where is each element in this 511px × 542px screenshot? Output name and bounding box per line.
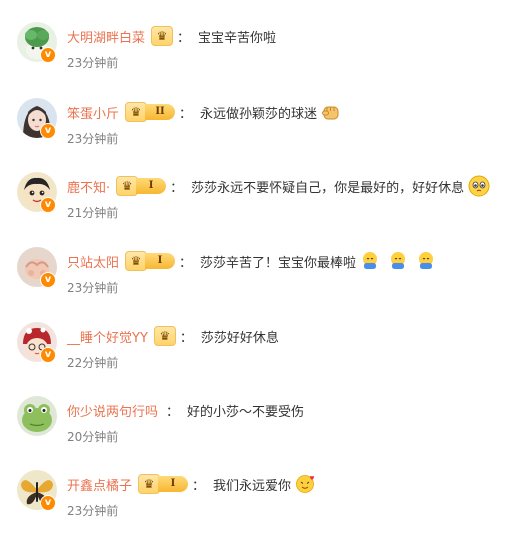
comment-text: 宝宝辛苦你啦 bbox=[198, 30, 277, 46]
fist-emoji-icon bbox=[321, 102, 341, 122]
heart-face-emoji-icon bbox=[295, 474, 315, 494]
colon-separator: ： bbox=[179, 106, 193, 122]
member-level-label: I bbox=[136, 178, 167, 194]
comment-text: 莎莎永远不要怀疑自己，你是最好的，好好休息 bbox=[191, 180, 465, 196]
username-link[interactable]: 你少说两句行吗 bbox=[67, 401, 158, 420]
comment-text: 我们永远爱你 bbox=[213, 478, 292, 494]
verified-badge-icon: v bbox=[40, 347, 56, 363]
pleading-face-emoji-icon bbox=[468, 175, 490, 197]
comment-text: 好的小莎～不要受伤 bbox=[187, 404, 305, 420]
username-link[interactable]: 只站太阳 bbox=[67, 252, 119, 271]
comment-item: v 鹿不知· ♛ I ： 莎莎永远不要怀疑自己，你是最好的，好好休息 21分钟前 bbox=[0, 170, 511, 244]
comment-time: 23分钟前 bbox=[67, 56, 119, 70]
member-level-badge[interactable]: ♛ II bbox=[125, 102, 176, 122]
verified-badge-icon: v bbox=[40, 495, 56, 511]
verified-badge-icon: v bbox=[40, 47, 56, 63]
username-link[interactable]: 鹿不知· bbox=[67, 177, 110, 196]
member-level-label: II bbox=[145, 104, 176, 120]
hug-emoji-icon bbox=[388, 251, 408, 271]
member-level-badge[interactable]: ♛ I bbox=[116, 176, 167, 196]
comment-time: 22分钟前 bbox=[67, 356, 119, 370]
comment-item: 你少说两句行吗 ： 好的小莎～不要受伤 20分钟前 bbox=[0, 394, 511, 468]
verified-badge-icon: v bbox=[40, 272, 56, 288]
comment-time: 23分钟前 bbox=[67, 504, 119, 518]
comment-text: 永远做孙颖莎的球迷 bbox=[200, 106, 318, 122]
comment-time: 20分钟前 bbox=[67, 430, 119, 444]
frog-avatar-icon[interactable] bbox=[17, 396, 57, 436]
comment-text: 莎莎好好休息 bbox=[200, 330, 279, 346]
hug-emoji-icon bbox=[360, 251, 380, 271]
comment-time: 23分钟前 bbox=[67, 132, 119, 146]
comment-time: 23分钟前 bbox=[67, 281, 119, 295]
comment-item: v 大明湖畔白菜 ♛ ： 宝宝辛苦你啦 23分钟前 bbox=[0, 20, 511, 94]
username-link[interactable]: 笨蛋小斤 bbox=[67, 103, 119, 122]
hug-emoji-icon bbox=[416, 251, 436, 271]
comment-item: v 笨蛋小斤 ♛ II ： 永远做孙颖莎的球迷 23分钟前 bbox=[0, 96, 511, 170]
colon-separator: ： bbox=[170, 180, 184, 196]
member-level-badge[interactable]: ♛ I bbox=[138, 474, 189, 494]
member-level-badge[interactable]: ♛ I bbox=[125, 251, 176, 271]
member-level-label: I bbox=[145, 253, 176, 269]
verified-badge-icon: v bbox=[40, 197, 56, 213]
member-level-label: I bbox=[158, 476, 189, 492]
comment-item: v __睡个好觉YY ♛ ： 莎莎好好休息 22分钟前 bbox=[0, 320, 511, 394]
colon-separator: ： bbox=[166, 404, 180, 420]
colon-separator: ： bbox=[179, 330, 193, 346]
username-link[interactable]: __睡个好觉YY bbox=[67, 327, 148, 346]
member-crown-icon[interactable]: ♛ bbox=[153, 326, 176, 346]
colon-separator: ： bbox=[177, 30, 191, 46]
colon-separator: ： bbox=[179, 255, 193, 271]
username-link[interactable]: 开鑫点橘子 bbox=[67, 475, 132, 494]
member-crown-icon[interactable]: ♛ bbox=[151, 26, 174, 46]
comment-time: 21分钟前 bbox=[67, 206, 119, 220]
comment-text: 莎莎辛苦了！宝宝你最棒啦 bbox=[200, 255, 357, 271]
colon-separator: ： bbox=[192, 478, 206, 494]
verified-badge-icon: v bbox=[40, 123, 56, 139]
comment-item: v 只站太阳 ♛ I ： 莎莎辛苦了！宝宝你最棒啦 23分钟前 bbox=[0, 245, 511, 319]
username-link[interactable]: 大明湖畔白菜 bbox=[67, 27, 145, 46]
